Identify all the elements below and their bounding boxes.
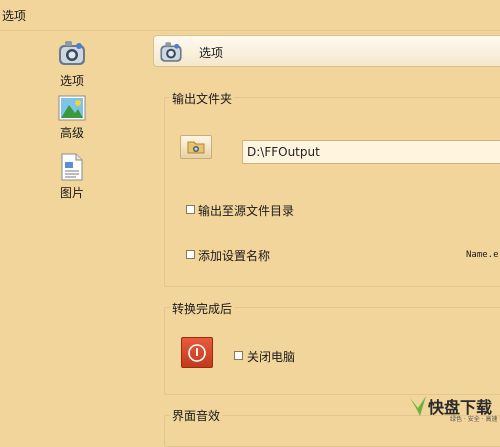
- section-title: 选项: [199, 46, 224, 60]
- shutdown-button[interactable]: [181, 337, 213, 368]
- document-icon: [61, 153, 83, 181]
- browse-folder-button[interactable]: [180, 135, 212, 159]
- picture-icon: [58, 95, 86, 121]
- after-convert-title: 转换完成后: [170, 300, 235, 317]
- sidebar-item-options[interactable]: 选项: [42, 37, 102, 89]
- name-preview: Name.e: [466, 250, 499, 260]
- sound-title: 界面音效: [170, 407, 223, 424]
- watermark: 快盘下载 绿色 · 安全 · 高速: [408, 390, 498, 423]
- add-name-label: 添加设置名称: [198, 249, 271, 263]
- shutdown-label: 关闭电脑: [247, 350, 296, 364]
- add-name-checkbox[interactable]: [186, 250, 195, 259]
- title-divider: [0, 30, 500, 31]
- sidebar-item-picture[interactable]: 图片: [42, 153, 102, 201]
- power-icon: [188, 344, 206, 362]
- sidebar-item-label: 选项: [59, 74, 84, 88]
- watermark-sub: 绿色 · 安全 · 高速: [450, 416, 498, 423]
- sidebar-item-advanced[interactable]: 高级: [42, 95, 102, 141]
- options-icon: [160, 42, 182, 62]
- source-dir-label: 输出至源文件目录: [198, 204, 295, 218]
- sidebar-item-label: 图片: [59, 186, 84, 200]
- shutdown-checkbox[interactable]: [234, 351, 243, 360]
- window-title: 选项: [2, 9, 27, 23]
- after-convert-group: [164, 307, 500, 395]
- source-dir-checkbox[interactable]: [186, 205, 195, 214]
- output-folder-title: 输出文件夹: [170, 90, 235, 107]
- folder-icon: [187, 141, 205, 154]
- output-folder-input[interactable]: [242, 140, 500, 164]
- section-header: 选项: [153, 35, 500, 67]
- options-icon: [59, 41, 85, 65]
- sidebar-item-label: 高级: [59, 126, 84, 140]
- watermark-logo-icon: [410, 396, 426, 416]
